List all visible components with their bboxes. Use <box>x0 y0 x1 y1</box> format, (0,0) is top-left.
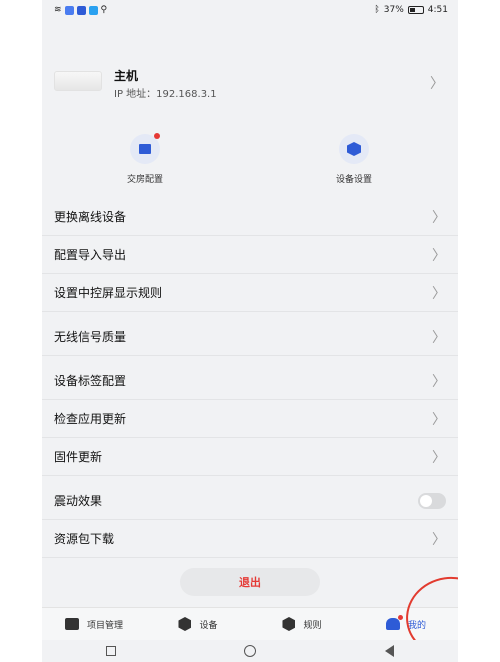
chevron-right-icon: 〉 <box>432 411 446 428</box>
menu-resource-pack-download[interactable]: 资源包下载 〉 <box>42 520 458 558</box>
device-card[interactable]: 主机 IP 地址：192.168.3.1 〉 <box>42 40 458 124</box>
cube-icon <box>282 617 296 631</box>
status-icons-left: ≋ ⚲ <box>54 5 107 15</box>
quick-action-label: 设备设置 <box>335 175 372 185</box>
menu-wireless-signal-quality[interactable]: 无线信号质量 〉 <box>42 318 458 356</box>
device-ip: IP 地址：192.168.3.1 <box>114 89 217 100</box>
menu-label: 震动效果 <box>54 494 103 508</box>
system-navigation-bar <box>42 640 458 662</box>
status-bar: ≋ ⚲ ᛒ 37% 4:51 <box>42 0 458 20</box>
logout-button[interactable]: 退出 <box>180 568 320 596</box>
chevron-right-icon: 〉 <box>432 285 446 302</box>
hexagon-icon <box>178 617 192 631</box>
person-icon <box>385 615 403 630</box>
menu-firmware-update[interactable]: 固件更新 〉 <box>42 438 458 476</box>
chevron-right-icon: 〉 <box>432 449 446 466</box>
quick-action-device-settings[interactable]: 设备设置 <box>314 134 394 185</box>
recent-apps-icon[interactable] <box>106 646 117 656</box>
chevron-right-icon: 〉 <box>432 531 446 548</box>
battery-icon <box>407 6 424 14</box>
menu-config-import-export[interactable]: 配置导入导出 〉 <box>42 236 458 274</box>
app-screen: ≋ ⚲ ᛒ 37% 4:51 主机 IP 地址：192.168.3.1 〉 交房… <box>42 0 458 662</box>
tab-rules[interactable]: 规则 <box>250 608 354 640</box>
wifi-icon: ≋ <box>54 5 62 15</box>
app-icon <box>88 5 98 15</box>
tab-label: 规则 <box>303 620 322 631</box>
tab-devices[interactable]: 设备 <box>146 608 250 640</box>
menu-label: 设置中控屏显示规则 <box>54 286 163 300</box>
bluetooth-icon: ᛒ <box>374 5 380 15</box>
notification-dot <box>397 615 403 620</box>
device-image <box>54 71 102 91</box>
menu-label: 配置导入导出 <box>54 248 127 262</box>
tab-label: 项目管理 <box>86 620 123 631</box>
menu-vibration-effect: 震动效果 <box>42 482 458 520</box>
home-icon[interactable] <box>244 645 257 657</box>
menu-label: 更换离线设备 <box>54 210 127 224</box>
menu-label: 检查应用更新 <box>54 412 127 426</box>
vibration-toggle[interactable] <box>418 492 446 509</box>
quick-action-label: 交房配置 <box>126 175 163 185</box>
back-icon[interactable] <box>384 645 394 657</box>
tab-project-management[interactable]: 项目管理 <box>42 608 146 640</box>
menu-replace-offline-device[interactable]: 更换离线设备 〉 <box>42 198 458 236</box>
bottom-tab-bar: 项目管理 设备 规则 我的 <box>42 607 458 640</box>
menu-screen-display-rules[interactable]: 设置中控屏显示规则 〉 <box>42 274 458 312</box>
menu-check-app-update[interactable]: 检查应用更新 〉 <box>42 400 458 438</box>
tab-label: 设备 <box>199 620 218 631</box>
notification-icon: ⚲ <box>100 5 108 15</box>
status-icons-right: ᛒ 37% 4:51 <box>374 5 448 15</box>
app-icon <box>76 5 86 15</box>
clock: 4:51 <box>427 5 448 15</box>
menu-label: 无线信号质量 <box>54 330 127 344</box>
chevron-right-icon: 〉 <box>430 76 444 92</box>
device-name: 主机 <box>114 69 139 83</box>
hexagon-settings-icon <box>339 134 369 164</box>
app-icon <box>64 5 74 15</box>
quick-action-handover-config[interactable]: 交房配置 <box>105 133 185 185</box>
folder-icon <box>64 618 79 630</box>
chevron-right-icon: 〉 <box>432 209 446 226</box>
chevron-right-icon: 〉 <box>432 373 446 390</box>
menu-label: 固件更新 <box>54 450 103 464</box>
chevron-right-icon: 〉 <box>432 247 446 264</box>
settings-list: 更换离线设备 〉 配置导入导出 〉 设置中控屏显示规则 〉 无线信号质量 〉 设… <box>42 198 458 558</box>
menu-label: 设备标签配置 <box>54 374 127 388</box>
menu-device-tag-config[interactable]: 设备标签配置 〉 <box>42 362 458 400</box>
chevron-right-icon: 〉 <box>432 329 446 346</box>
notification-dot <box>154 133 160 139</box>
menu-label: 资源包下载 <box>54 532 115 546</box>
building-icon <box>130 133 160 164</box>
battery-percent: 37% <box>383 5 404 15</box>
